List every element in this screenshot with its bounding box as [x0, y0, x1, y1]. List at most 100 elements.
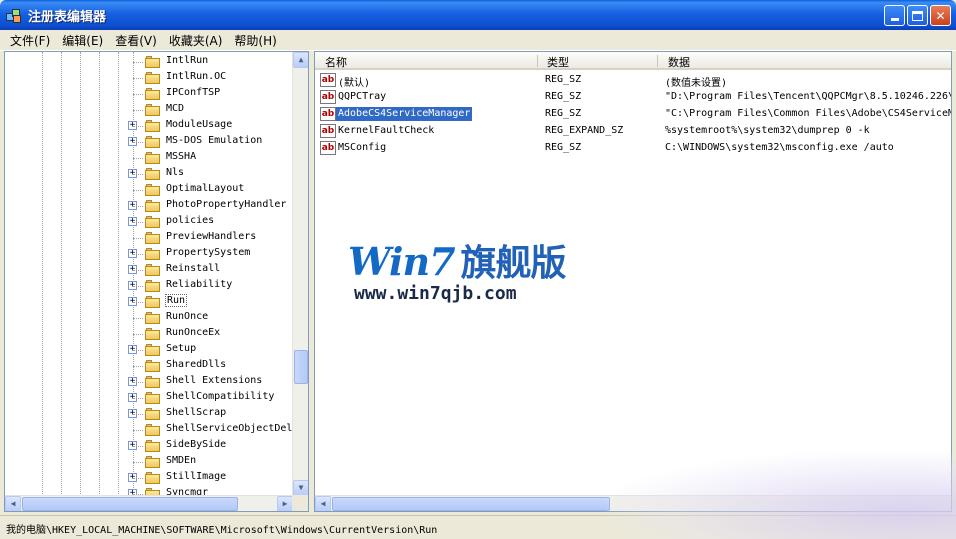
value-row[interactable]: ab AdobeCS4ServiceManager REG_SZ "C:\Progra… [315, 106, 952, 123]
folder-icon [145, 264, 161, 276]
folder-icon [145, 168, 161, 180]
folder-icon [145, 344, 161, 356]
menu-favorites[interactable]: 收藏夹(A) [163, 32, 229, 49]
tree-item-label: Run [164, 294, 188, 307]
folder-icon [145, 392, 161, 404]
status-path: 我的电脑\HKEY_LOCAL_MACHINE\SOFTWARE\Microso… [6, 525, 438, 536]
minimize-button[interactable] [884, 5, 905, 26]
list-horizontal-scrollbar[interactable]: ◀ [315, 495, 951, 511]
tree-item-label: IPConfTSP [166, 87, 221, 98]
maximize-button[interactable] [907, 5, 928, 26]
tree-item-label: MCD [166, 103, 185, 114]
tree-item[interactable]: SharedDlls [5, 358, 293, 374]
tree-item[interactable]: + ShellScrap [5, 406, 293, 422]
tree-item[interactable]: + Shell Extensions [5, 374, 293, 390]
tree-item[interactable]: + Nls [5, 166, 293, 182]
tree-item[interactable]: + SideBySide [5, 438, 293, 454]
folder-icon [145, 56, 161, 68]
value-row[interactable]: ab MSConfig REG_SZ C:\WINDOWS\system32\msco… [315, 140, 951, 157]
tree-item[interactable]: MSSHA [5, 150, 293, 166]
close-icon: ✕ [935, 8, 946, 23]
tree-item-label: RunOnce [166, 311, 209, 322]
tree-item[interactable]: + ModuleUsage [5, 118, 293, 134]
value-name: AdobeCS4ServiceManager [336, 107, 473, 121]
registry-tree[interactable]: IntlRun IntlRun.OC IPConfTSP MCD + ModuleUsag… [4, 51, 309, 512]
tree-item-label: ShellServiceObjectDel [166, 423, 293, 434]
column-header-data[interactable]: 数据 [668, 54, 690, 70]
tree-item[interactable]: IPConfTSP [5, 86, 293, 102]
menu-edit[interactable]: 编辑(E) [56, 32, 109, 49]
tree-item[interactable]: + PhotoPropertyHandler [5, 198, 293, 214]
value-name: MSConfig [338, 142, 387, 153]
folder-icon [145, 152, 161, 164]
folder-icon [145, 424, 161, 436]
value-row[interactable]: ab KernelFaultCheck REG_EXPAND_SZ %systemro… [315, 123, 951, 140]
title-bar[interactable]: 注册表编辑器 ✕ [0, 0, 956, 30]
value-name: (默认) [338, 78, 371, 89]
value-row[interactable]: ab (默认) REG_SZ (数值未设置) [315, 72, 951, 89]
value-type: REG_SZ [545, 142, 582, 153]
value-data: (数值未设置) [665, 78, 728, 89]
column-header-name[interactable]: 名称 [325, 54, 347, 70]
tree-vertical-scrollbar[interactable]: ▲ ▼ [292, 52, 308, 496]
tree-item[interactable]: + PropertySystem [5, 246, 293, 262]
value-type: REG_SZ [545, 108, 582, 119]
tree-item[interactable]: + StillImage [5, 470, 293, 486]
menu-help[interactable]: 帮助(H) [228, 32, 282, 49]
tree-item[interactable]: + ShellCompatibility [5, 390, 293, 406]
tree-item[interactable]: PreviewHandlers [5, 230, 293, 246]
close-button[interactable]: ✕ [930, 5, 951, 26]
tree-item[interactable]: + Run [5, 294, 293, 310]
tree-scroll-thumb[interactable] [294, 350, 308, 384]
tree-item-label: SMDEn [166, 455, 197, 466]
value-type: REG_SZ [545, 74, 582, 85]
folder-icon [145, 120, 161, 132]
menu-file[interactable]: 文件(F) [4, 32, 56, 49]
tree-item[interactable]: MCD [5, 102, 293, 118]
value-name: QQPCTray [338, 91, 387, 102]
column-header-type[interactable]: 类型 [547, 54, 569, 70]
tree-rows: IntlRun IntlRun.OC IPConfTSP MCD + ModuleUsag… [5, 52, 293, 496]
tree-item[interactable]: + MS-DOS Emulation [5, 134, 293, 150]
tree-item[interactable]: + Setup [5, 342, 293, 358]
tree-item-label: Reinstall [166, 263, 221, 274]
folder-icon [145, 184, 161, 196]
value-row[interactable]: ab QQPCTray REG_SZ "D:\Program Files\Tencen… [315, 89, 952, 106]
folder-icon [145, 136, 161, 148]
folder-icon [145, 408, 161, 420]
scroll-up-icon[interactable]: ▲ [293, 52, 308, 68]
value-data: %systemroot%\system32\dumprep 0 -k [665, 125, 870, 136]
tree-horizontal-scrollbar[interactable]: ◀ ▶ [5, 495, 293, 511]
tree-item[interactable]: + Reliability [5, 278, 293, 294]
scroll-right-icon[interactable]: ▶ [277, 496, 293, 511]
tree-item-label: Reliability [166, 279, 233, 290]
tree-item[interactable]: RunOnce [5, 310, 293, 326]
tree-item[interactable]: RunOnceEx [5, 326, 293, 342]
string-value-icon: ab [320, 107, 336, 121]
value-data: "D:\Program Files\Tencent\QQPCMgr\8.5.10… [665, 91, 952, 102]
scroll-left-icon[interactable]: ◀ [5, 496, 21, 511]
scroll-left-icon[interactable]: ◀ [315, 496, 331, 511]
value-data: "C:\Program Files\Common Files\Adobe\CS4… [665, 108, 952, 119]
tree-item-label: MS-DOS Emulation [166, 135, 263, 146]
string-value-icon: ab [320, 73, 336, 87]
menu-view[interactable]: 查看(V) [109, 32, 163, 49]
folder-icon [145, 216, 161, 228]
tree-item-label: OptimalLayout [166, 183, 245, 194]
scroll-down-icon[interactable]: ▼ [293, 480, 308, 496]
list-hscroll-thumb[interactable] [332, 497, 610, 511]
tree-item[interactable]: ShellServiceObjectDel [5, 422, 293, 438]
tree-item[interactable]: SMDEn [5, 454, 293, 470]
folder-icon [145, 472, 161, 484]
tree-item[interactable]: OptimalLayout [5, 182, 293, 198]
tree-item[interactable]: IntlRun [5, 54, 293, 70]
tree-item[interactable]: IntlRun.OC [5, 70, 293, 86]
tree-item[interactable]: + Reinstall [5, 262, 293, 278]
tree-item-label: policies [166, 215, 215, 226]
tree-item[interactable]: + policies [5, 214, 293, 230]
column-headers: 名称 类型 数据 [315, 52, 951, 70]
string-value-icon: ab [320, 90, 336, 104]
tree-item-label: PreviewHandlers [166, 231, 257, 242]
tree-hscroll-thumb[interactable] [22, 497, 238, 511]
string-value-icon: ab [320, 141, 336, 155]
